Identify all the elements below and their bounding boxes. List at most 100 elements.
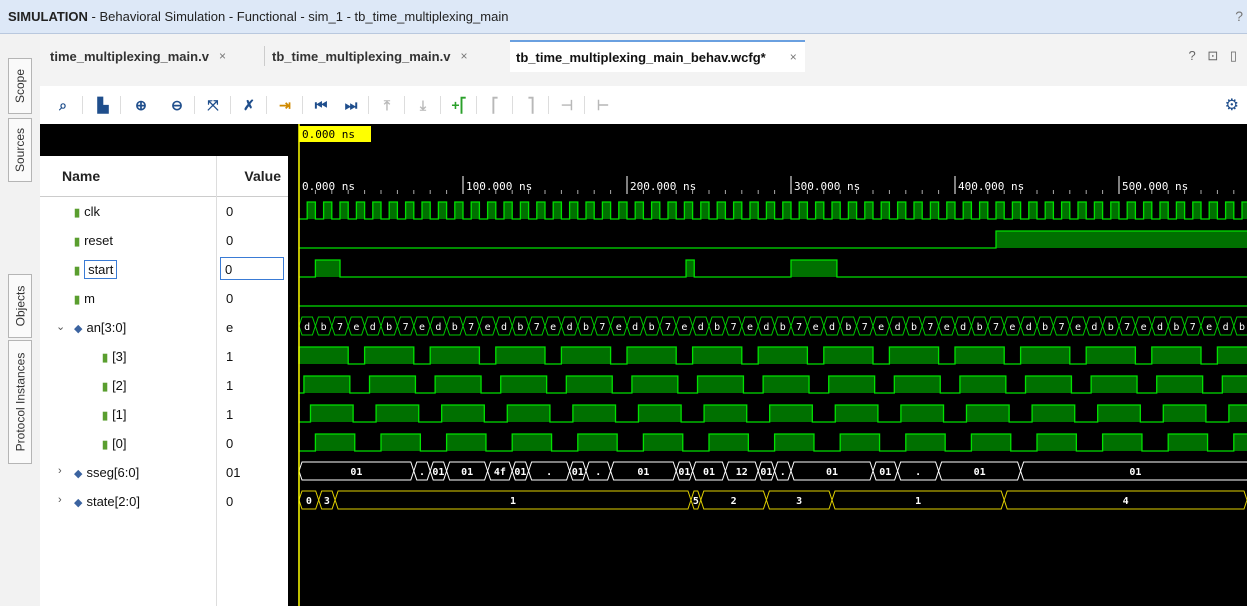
clk-wave-fill [1160, 202, 1169, 219]
sseg-bus-label: 01 [350, 467, 362, 478]
signal-row-start[interactable]: ▮ start 0 [40, 255, 288, 284]
signal-row-m[interactable]: ▮ m 0 [40, 284, 288, 313]
chevron-right-icon[interactable]: › [58, 465, 62, 477]
signal-row-clk[interactable]: ▮ clk 0 [40, 197, 288, 226]
signal-icon: ▮ [102, 352, 109, 364]
chevron-down-icon[interactable]: ⌄ [56, 320, 65, 333]
an-bus-label: 7 [1059, 322, 1065, 333]
clk-wave-fill [323, 202, 332, 219]
signal-row-an-1[interactable]: ▮ [1] 1 [40, 400, 288, 429]
go-to-end-icon[interactable]: ⏭ [340, 94, 362, 116]
zoom-in-icon[interactable]: ⊕ [130, 94, 152, 116]
an-bit-wave-fill [697, 376, 744, 393]
an-bit-wave-fill [500, 376, 547, 393]
scope-tab[interactable]: Scope [8, 58, 32, 114]
chevron-right-icon[interactable]: › [58, 494, 62, 506]
signal-row-an[interactable]: ⌄ ◆ an[3:0] e [40, 313, 288, 342]
clk-wave-fill [1061, 202, 1070, 219]
clk-wave-fill [864, 202, 873, 219]
signal-row-state[interactable]: › ◆ state[2:0] 0 [40, 487, 288, 516]
zoom-fit-icon[interactable]: ⤧ [202, 94, 224, 116]
an-bit-wave-fill [364, 347, 414, 364]
an-bus-label: e [878, 322, 884, 333]
clk-wave-fill [1225, 202, 1234, 219]
go-to-start-icon[interactable]: ⏮ [310, 94, 332, 116]
signal-row-an-2[interactable]: ▮ [2] 1 [40, 371, 288, 400]
previous-transition-icon[interactable]: ⤒ [376, 94, 398, 116]
objects-tab[interactable]: Objects [8, 274, 32, 338]
swap-markers-icon[interactable]: ⊣ [556, 94, 578, 116]
tab-time-multiplexing-main-v[interactable]: time_multiplexing_main.v × [50, 42, 226, 70]
an-bus-label: 7 [927, 322, 933, 333]
an-bit-wave-fill [566, 376, 613, 393]
previous-marker-icon[interactable]: ⎡ [484, 94, 506, 116]
next-marker-icon[interactable]: ⎤ [520, 94, 542, 116]
search-icon[interactable]: ⌕ [52, 94, 74, 116]
signal-row-sseg[interactable]: › ◆ sseg[6:0] 01 [40, 458, 288, 487]
an-bus-label: 7 [337, 322, 343, 333]
swap-cursor-icon[interactable]: ✗ [238, 94, 260, 116]
an-bit-wave-fill [315, 434, 355, 451]
sseg-bus-label: 01 [1129, 467, 1141, 478]
an-bit-wave-fill [823, 347, 873, 364]
an-bus-label: e [485, 322, 491, 333]
signal-value[interactable]: 0 [220, 257, 284, 280]
sseg-bus-label: 01 [461, 467, 473, 478]
an-bus-label: 7 [1124, 322, 1130, 333]
sseg-bus-label: 01 [879, 467, 891, 478]
clk-wave-fill [1143, 202, 1152, 219]
close-icon[interactable]: × [219, 49, 226, 63]
name-column-header[interactable]: Name [62, 168, 100, 184]
clk-wave-fill [422, 202, 431, 219]
an-bit-wave-fill [840, 434, 880, 451]
waveform-canvas[interactable]: 0.000 ns 0.000 ns 100.000 ns 200.000 ns 300.… [288, 124, 1247, 606]
next-transition-icon[interactable]: ⤓ [412, 94, 434, 116]
tab-tb-time-multiplexing-main-v[interactable]: tb_time_multiplexing_main.v × [272, 42, 467, 70]
signal-row-an-0[interactable]: ▮ [0] 0 [40, 429, 288, 458]
add-marker-icon[interactable]: +⎡ [448, 94, 470, 116]
state-bus-label: 0 [306, 496, 312, 507]
an-bus-label: 7 [1190, 322, 1196, 333]
time-tick-label: 500.000 ns [1122, 180, 1188, 193]
sseg-bus-label: 01 [432, 467, 444, 478]
zoom-out-icon[interactable]: ⊖ [166, 94, 188, 116]
an-bus-label: d [1157, 322, 1163, 333]
an-bit-wave-fill [900, 405, 944, 422]
signal-value: 0 [226, 204, 234, 219]
bus-icon: ◆ [74, 323, 83, 335]
save-icon[interactable]: ▙ [92, 94, 114, 116]
an-bus-label: e [1141, 322, 1147, 333]
help-icon[interactable]: ? [1235, 8, 1243, 24]
state-bus-label: 1 [510, 496, 516, 507]
an-bit-wave-fill [572, 405, 616, 422]
an-bit-wave-fill [763, 376, 810, 393]
an-bit-wave-fill [1102, 434, 1142, 451]
state-bus-label: 1 [915, 496, 921, 507]
clk-wave-fill [930, 202, 939, 219]
sources-tab[interactable]: Sources [8, 118, 32, 182]
tab-window-controls[interactable]: ? ⊡ ▯ [1189, 48, 1242, 64]
time-tick-label: 400.000 ns [958, 180, 1024, 193]
clk-wave-fill [963, 202, 972, 219]
close-icon[interactable]: × [790, 50, 797, 64]
go-to-cursor-icon[interactable]: ⇥ [274, 94, 296, 116]
protocol-instances-tab[interactable]: Protocol Instances [8, 340, 32, 464]
clk-wave-fill [340, 202, 349, 219]
signal-row-an-3[interactable]: ▮ [3] 1 [40, 342, 288, 371]
clk-wave-fill [996, 202, 1005, 219]
an-bus-label: 7 [993, 322, 999, 333]
signal-row-reset[interactable]: ▮ reset 0 [40, 226, 288, 255]
waveform-svg[interactable]: 0.000 ns 0.000 ns 100.000 ns 200.000 ns 300.… [288, 124, 1247, 606]
clk-wave-fill [979, 202, 988, 219]
clk-wave-fill [684, 202, 693, 219]
clk-wave-fill [1192, 202, 1201, 219]
close-icon[interactable]: × [460, 49, 467, 63]
state-bus-label: 3 [324, 496, 330, 507]
state-bus-label: 2 [731, 496, 737, 507]
value-column-header[interactable]: Value [221, 168, 281, 184]
settings-icon[interactable]: ⚙ [1225, 95, 1239, 115]
signal-icon: ▮ [102, 439, 109, 451]
clk-wave-fill [1242, 202, 1247, 219]
snap-icon[interactable]: ⊢ [592, 94, 614, 116]
tab-behav-wcfg[interactable]: tb_time_multiplexing_main_behav.wcfg* × [510, 40, 805, 72]
